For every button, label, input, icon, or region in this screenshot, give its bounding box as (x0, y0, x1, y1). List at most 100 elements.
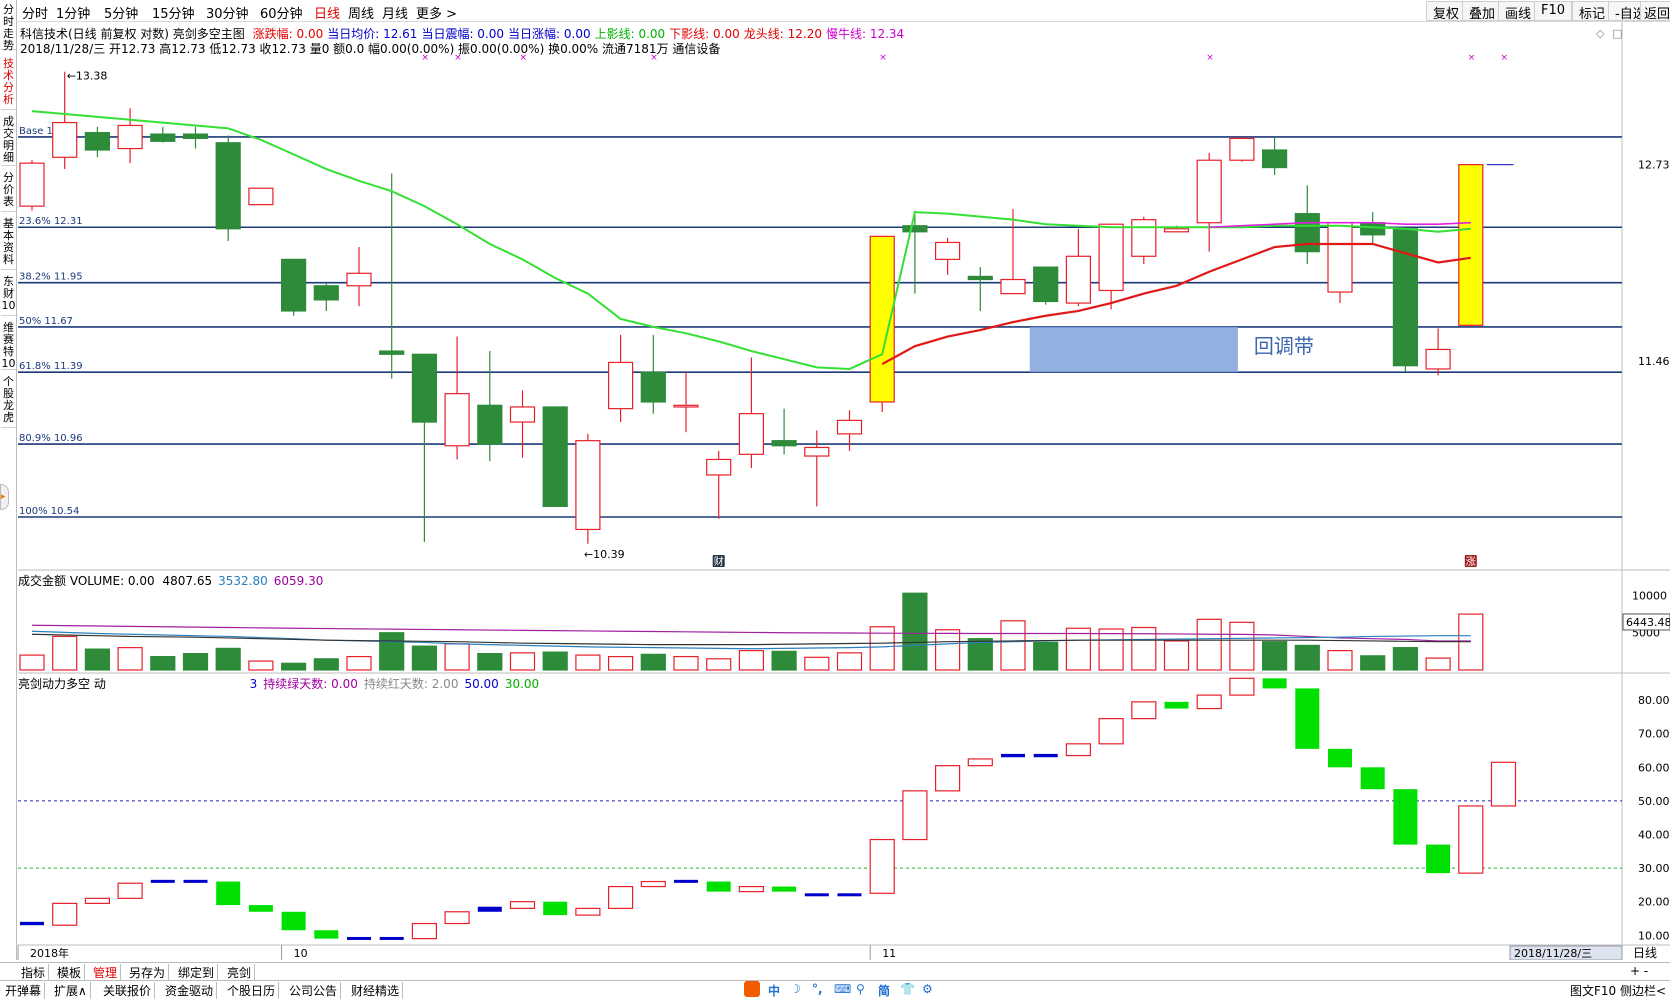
ind-stats-4: 30.00 (504, 677, 540, 691)
indicator-block-37 (1229, 677, 1255, 696)
volume-bar-30 (1000, 620, 1026, 671)
price-tick-1: 11.46 (1638, 355, 1670, 368)
candle-body-43 (1425, 348, 1451, 370)
volume-bar-21 (706, 658, 732, 671)
indicator-block-7 (248, 905, 273, 912)
indicator-tick-3: 50.00 (1638, 795, 1670, 808)
candle-body-7 (248, 187, 274, 206)
candle-body-3 (117, 124, 143, 150)
indicator-tool-5[interactable]: 亮剑 (224, 964, 256, 981)
volume-tick-0: 10000 (1632, 589, 1667, 602)
sidebar-toggle-button[interactable]: 侧边栏< (1620, 982, 1666, 999)
f10-graphic-button[interactable]: 图文F10 (1570, 982, 1616, 999)
indicator-block-18 (607, 885, 634, 910)
indicator-block-25 (837, 893, 862, 897)
candle-body-44 (1458, 164, 1484, 326)
indicator-block-29 (967, 758, 993, 767)
toolbar-icon-1[interactable]: ☽ (790, 982, 801, 996)
app-logo-icon[interactable] (744, 981, 760, 997)
indicator-block-41 (1360, 767, 1385, 790)
indicator-tool-0[interactable]: 指标 (18, 964, 50, 981)
indicator-block-8 (281, 911, 306, 931)
indicator-tool-4[interactable]: 绑定到 (175, 964, 219, 981)
indicator-tick-1: 70.00 (1638, 728, 1670, 741)
event-badge-finance: 财 (714, 555, 724, 568)
toolbar-icon-5[interactable]: 简 (878, 982, 890, 999)
x-axis-label-1: 10 (294, 947, 308, 960)
bottom-tab-0[interactable]: 开弹幕 (2, 982, 46, 999)
volume-bar-0 (19, 654, 45, 671)
candle-body-8 (281, 258, 307, 312)
signal-marker-1: × (454, 53, 462, 63)
indicator-block-45 (1490, 761, 1517, 807)
pullback-band-label: 回调带 (1254, 334, 1314, 358)
vol-stats-2: 6059.30 (273, 574, 324, 588)
fib-label-2: 38.2% 11.95 (19, 272, 83, 283)
indicator-tool-3[interactable]: 另存为 (126, 964, 170, 981)
bottom-tab-6[interactable]: 财经精选 (348, 982, 404, 999)
volume-bar-32 (1065, 627, 1092, 671)
x-axis-label-0: 2018年 (30, 946, 69, 960)
ind-stats-2: 持续红天数: 2.00 (363, 677, 459, 691)
bottom-tab-2[interactable]: 关联报价 (100, 982, 156, 999)
volume-bar-16 (542, 651, 568, 671)
candle-body-2 (84, 132, 111, 151)
candle-body-6 (215, 142, 241, 230)
candle-body-40 (1327, 222, 1353, 293)
pullback-band (1029, 326, 1238, 373)
indicator-block-27 (902, 790, 928, 841)
toolbar-icon-3[interactable]: ⌨ (834, 982, 851, 996)
signal-marker-3: × (650, 53, 658, 63)
fib-label-5: 80.9% 10.96 (19, 433, 83, 444)
indicator-tool-1[interactable]: 模板 (54, 964, 86, 981)
candle-body-30 (1000, 278, 1026, 295)
indicator-tick-0: 80.00 (1638, 694, 1670, 707)
indicator-block-35 (1164, 701, 1189, 709)
volume-bar-37 (1229, 621, 1255, 671)
fib-label-3: 50% 11.67 (19, 316, 73, 327)
toolbar-icon-4[interactable]: ⚲ (856, 982, 865, 996)
indicator-block-30 (1001, 753, 1025, 758)
volume-bar-13 (444, 643, 470, 671)
volume-bar-25 (836, 652, 863, 671)
indicator-block-33 (1098, 718, 1124, 745)
volume-bar-17 (575, 654, 601, 671)
volume-bar-20 (673, 655, 699, 671)
indicator-block-5 (183, 879, 208, 883)
signal-marker-7: × (1501, 53, 1509, 63)
volume-bar-28 (934, 629, 961, 671)
bottom-tab-3[interactable]: 资金驱动 (162, 982, 218, 999)
bottom-tab-5[interactable]: 公司公告 (286, 982, 342, 999)
toolbar-icon-6[interactable]: 👕 (900, 982, 915, 996)
indicator-block-36 (1196, 694, 1222, 710)
panel-square-icon: □ (1612, 27, 1622, 40)
toolbar-icon-2[interactable]: °, (812, 982, 823, 996)
indicator-tool-2[interactable]: 管理 (90, 964, 122, 981)
volume-bar-12 (411, 645, 437, 671)
indicator-block-9 (314, 930, 339, 939)
toolbar-icon-0[interactable]: 中 (768, 982, 780, 999)
bottom-tab-4[interactable]: 个股日历 (224, 982, 280, 999)
volume-bar-7 (248, 660, 274, 671)
volume-bar-15 (509, 652, 536, 671)
bottom-tab-1[interactable]: 扩展∧ (51, 982, 91, 999)
candle-body-0 (19, 162, 45, 207)
indicator-block-13 (444, 911, 470, 925)
volume-bar-19 (640, 653, 666, 671)
candle-body-13 (444, 393, 470, 447)
stock-chart-window: 分时走势 技术分析 成交明细 分价表 基本资料 东财10 维赛特10 个股龙虎 … (0, 0, 1670, 999)
candle-body-18 (607, 361, 634, 410)
indicator-block-26 (869, 838, 895, 894)
ma-green-line (31, 110, 1471, 370)
chart-canvas[interactable]: Base 12.9223.6% 12.3138.2% 11.9550% 11.6… (0, 0, 1670, 960)
indicator-block-24 (804, 893, 829, 897)
toolbar-icon-7[interactable]: ⚙ (922, 982, 933, 996)
zoom-controls[interactable]: + - (1630, 964, 1648, 978)
bottom-status-bar: 开弹幕 扩展∧ 关联报价 资金驱动 个股日历 公司公告 财经精选 中 ☽ °, ⌨ ⚲ 简 👕 ⚙ 图文F10… (0, 980, 1670, 999)
volume-bar-39 (1294, 644, 1320, 671)
fib-label-1: 23.6% 12.31 (19, 216, 83, 227)
candle-body-20 (673, 404, 699, 408)
candle-body-37 (1229, 137, 1255, 161)
candle-body-24 (804, 446, 830, 457)
candle-body-5 (182, 133, 209, 140)
